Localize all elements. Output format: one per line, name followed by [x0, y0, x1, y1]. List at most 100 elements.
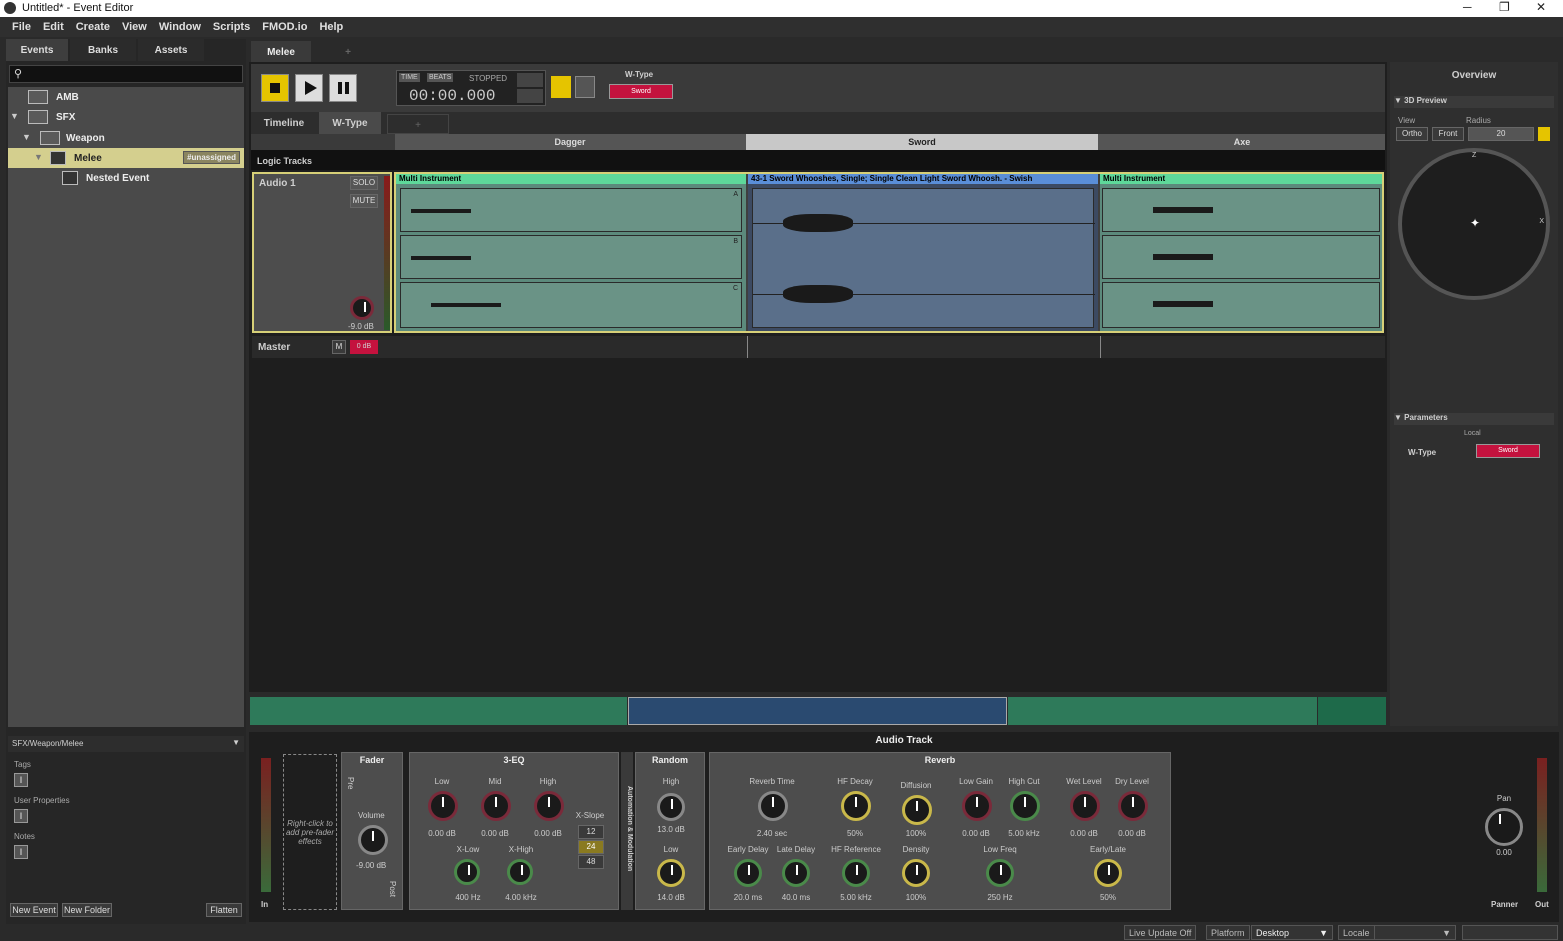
param-value-slider[interactable]: Sword	[1476, 444, 1540, 458]
tree-folder-weapon[interactable]: ▼ Weapon	[8, 128, 244, 148]
track-header-audio1[interactable]: Audio 1 SOLO MUTE -9.0 dB	[252, 172, 392, 333]
grid-view-icon[interactable]	[575, 76, 595, 98]
flatten-button[interactable]: Flatten	[206, 903, 242, 917]
waveform-sword[interactable]	[752, 188, 1095, 328]
reverb-title[interactable]: Reverb	[710, 753, 1170, 767]
param-value-selector[interactable]: Sword	[609, 84, 673, 99]
tab-assets[interactable]: Assets	[138, 39, 204, 61]
playlist-entry-axe-1[interactable]	[1102, 188, 1380, 232]
playlist-entry-axe-3[interactable]	[1102, 282, 1380, 328]
master-track[interactable]: Master M 0 dB	[252, 336, 1385, 358]
add-note-icon[interactable]: I	[14, 845, 28, 859]
instrument-sword[interactable]: 43-1 Sword Whooshes, Single; Single Clea…	[748, 174, 1098, 331]
close-icon[interactable]: ✕	[1536, 0, 1546, 14]
dry-level-knob[interactable]	[1118, 791, 1148, 821]
tab-timeline[interactable]: Timeline	[255, 112, 313, 134]
tab-w-type[interactable]: W-Type	[319, 112, 381, 134]
new-event-button[interactable]: New Event	[10, 903, 58, 917]
xslope-48-button[interactable]: 48	[578, 855, 604, 869]
ruler-dagger[interactable]: Dagger	[395, 134, 745, 150]
play-button[interactable]	[295, 74, 323, 102]
wet-level-knob[interactable]	[1070, 791, 1100, 821]
expand-icon[interactable]: ▼	[34, 152, 43, 162]
beats-mode-toggle[interactable]: BEATS	[427, 73, 454, 82]
front-button[interactable]: Front	[1432, 127, 1464, 141]
tree-event-nested[interactable]: Nested Event	[8, 168, 244, 188]
loop-icon[interactable]	[517, 73, 543, 87]
eq-mid-knob[interactable]	[481, 791, 511, 821]
minimize-icon[interactable]: ─	[1463, 0, 1472, 14]
diffusion-knob[interactable]	[902, 795, 932, 825]
menu-help[interactable]: Help	[313, 17, 349, 37]
density-knob[interactable]	[902, 859, 930, 887]
modulation-strip[interactable]: Automation & Modulation	[621, 752, 633, 910]
menu-fmodio[interactable]: FMOD.io	[256, 17, 313, 37]
menu-edit[interactable]: Edit	[37, 17, 70, 37]
locale-select[interactable]: ▼	[1374, 925, 1456, 940]
chevron-down-icon[interactable]: ▼	[232, 738, 240, 747]
add-parameter-tab[interactable]: +	[387, 114, 449, 134]
section-3d-preview[interactable]: ▼ 3D Preview	[1394, 96, 1554, 108]
high-cut-knob[interactable]	[1010, 791, 1040, 821]
section-parameters[interactable]: ▼ Parameters	[1394, 413, 1554, 425]
ruler-axe[interactable]: Axe	[1099, 134, 1385, 150]
ortho-button[interactable]: Ortho	[1396, 127, 1428, 141]
pan-knob[interactable]	[1485, 808, 1523, 846]
menu-window[interactable]: Window	[153, 17, 207, 37]
volume-knob[interactable]	[358, 825, 388, 855]
restore-icon[interactable]: ❐	[1499, 0, 1510, 14]
add-editor-tab[interactable]: +	[317, 41, 379, 62]
early-delay-knob[interactable]	[734, 859, 762, 887]
tab-melee[interactable]: Melee	[251, 41, 311, 62]
mute-button[interactable]: MUTE	[350, 194, 378, 208]
3d-preview-sphere[interactable]: Z X ✦	[1398, 148, 1550, 300]
random-low-knob[interactable]	[657, 859, 685, 887]
expand-icon[interactable]: ▼	[22, 132, 31, 142]
add-property-icon[interactable]: I	[14, 809, 28, 823]
tree-folder-amb[interactable]: AMB	[8, 87, 244, 107]
playlist-entry-c[interactable]: C	[400, 282, 742, 328]
reverb-time-knob[interactable]	[758, 791, 788, 821]
new-folder-button[interactable]: New Folder	[62, 903, 112, 917]
solo-button[interactable]: SOLO	[350, 176, 378, 190]
late-delay-knob[interactable]	[782, 859, 810, 887]
menu-scripts[interactable]: Scripts	[207, 17, 256, 37]
hf-decay-knob[interactable]	[841, 791, 871, 821]
menu-create[interactable]: Create	[70, 17, 116, 37]
instrument-axe[interactable]: Multi Instrument	[1100, 174, 1382, 331]
random-high-knob[interactable]	[657, 793, 685, 821]
tab-banks[interactable]: Banks	[70, 39, 136, 61]
pause-button[interactable]	[329, 74, 357, 102]
radius-field[interactable]: 20	[1468, 127, 1534, 141]
search-input[interactable]: ⚲	[9, 65, 243, 83]
master-mute-button[interactable]: M	[332, 340, 346, 354]
ruler-sword[interactable]: Sword	[746, 134, 1098, 150]
menu-view[interactable]: View	[116, 17, 153, 37]
expand-icon[interactable]: ▼	[10, 111, 19, 121]
follow-icon[interactable]	[517, 89, 543, 103]
playlist-entry-a[interactable]: A	[400, 188, 742, 232]
eq-xhigh-knob[interactable]	[507, 859, 533, 885]
stop-button[interactable]	[261, 74, 289, 102]
playlist-entry-axe-2[interactable]	[1102, 235, 1380, 279]
lock-icon[interactable]	[1538, 127, 1550, 141]
eq-xlow-knob[interactable]	[454, 859, 480, 885]
menu-file[interactable]: File	[6, 17, 37, 37]
xslope-12-button[interactable]: 12	[578, 825, 604, 839]
time-mode-toggle[interactable]: TIME	[399, 73, 420, 82]
add-tag-icon[interactable]: I	[14, 773, 28, 787]
list-view-icon[interactable]	[551, 76, 571, 98]
low-freq-knob[interactable]	[986, 859, 1014, 887]
tree-folder-sfx[interactable]: ▼ SFX	[8, 107, 244, 127]
tab-events[interactable]: Events	[6, 39, 68, 61]
live-update-button[interactable]: Live Update Off	[1124, 925, 1197, 940]
overview-strip[interactable]	[250, 695, 1386, 727]
eq-title[interactable]: 3-EQ	[410, 753, 618, 767]
instrument-dagger[interactable]: Multi Instrument A B C	[396, 174, 746, 331]
hf-reference-knob[interactable]	[842, 859, 870, 887]
early-late-knob[interactable]	[1094, 859, 1122, 887]
xslope-24-button[interactable]: 24	[578, 840, 604, 854]
playlist-entry-b[interactable]: B	[400, 235, 742, 279]
track-volume-knob[interactable]	[350, 296, 374, 320]
platform-select[interactable]: Desktop ▼	[1251, 925, 1333, 940]
